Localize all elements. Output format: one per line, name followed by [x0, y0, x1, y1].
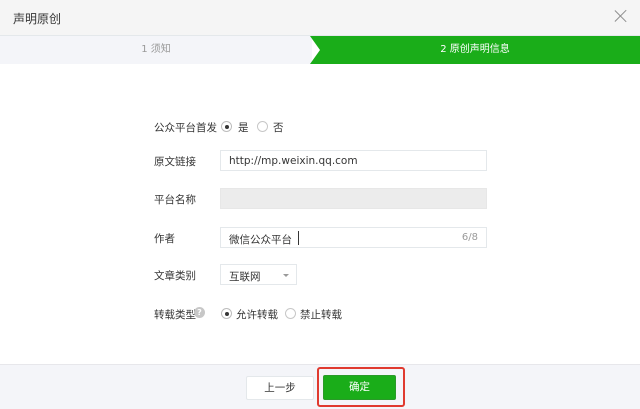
dialog-titlebar: 声明原创: [0, 0, 640, 36]
step-indicator: 1 须知 2 原创声明信息: [0, 36, 640, 64]
first-publish-yes-radio[interactable]: [221, 121, 232, 132]
author-char-counter: 6/8: [461, 232, 478, 243]
platform-name-row: 平台名称: [0, 188, 640, 210]
category-row: 文章类别 互联网: [0, 264, 640, 286]
author-row: 作者 微信公众平台 6/8: [0, 227, 640, 249]
category-value: 互联网: [229, 271, 261, 283]
first-publish-no-radio[interactable]: [257, 121, 268, 132]
original-link-input[interactable]: http://mp.weixin.qq.com: [220, 150, 487, 171]
step-notice: 1 须知: [0, 36, 312, 64]
repost-type-label: 转载类型: [154, 309, 196, 321]
step-original-info: 2 原创声明信息: [310, 36, 640, 64]
previous-step-button[interactable]: 上一步: [246, 376, 314, 400]
first-publish-no-label[interactable]: 否: [273, 120, 284, 135]
category-select[interactable]: 互联网: [220, 264, 297, 285]
author-label: 作者: [154, 233, 175, 245]
platform-name-input: [220, 188, 487, 209]
platform-name-label: 平台名称: [154, 194, 196, 206]
repost-forbid-label[interactable]: 禁止转载: [300, 307, 342, 322]
step-original-info-label: 2 原创声明信息: [440, 44, 510, 55]
step-notice-label: 1 须知: [141, 44, 171, 55]
dialog-title: 声明原创: [13, 12, 62, 26]
original-link-label: 原文链接: [154, 156, 196, 168]
original-link-value: http://mp.weixin.qq.com: [229, 155, 358, 167]
first-publish-label: 公众平台首发: [154, 122, 217, 134]
repost-allow-label[interactable]: 允许转载: [236, 307, 278, 322]
author-value: 微信公众平台: [229, 234, 292, 246]
repost-forbid-radio[interactable]: [285, 308, 296, 319]
confirm-button[interactable]: 确定: [323, 375, 396, 400]
category-label: 文章类别: [154, 270, 196, 282]
question-icon[interactable]: ?: [194, 307, 205, 318]
dialog-footer: 上一步 确定: [0, 364, 640, 409]
text-caret: [298, 231, 299, 245]
author-input[interactable]: 微信公众平台 6/8: [220, 227, 487, 248]
first-publish-row: 公众平台首发 是 否: [0, 116, 640, 138]
chevron-down-icon: [283, 274, 289, 277]
repost-allow-radio[interactable]: [221, 308, 232, 319]
original-link-row: 原文链接 http://mp.weixin.qq.com: [0, 150, 640, 172]
repost-type-row: 转载类型 ? 允许转载 禁止转载: [0, 303, 640, 325]
close-icon[interactable]: [614, 9, 628, 23]
first-publish-yes-label[interactable]: 是: [238, 120, 249, 135]
